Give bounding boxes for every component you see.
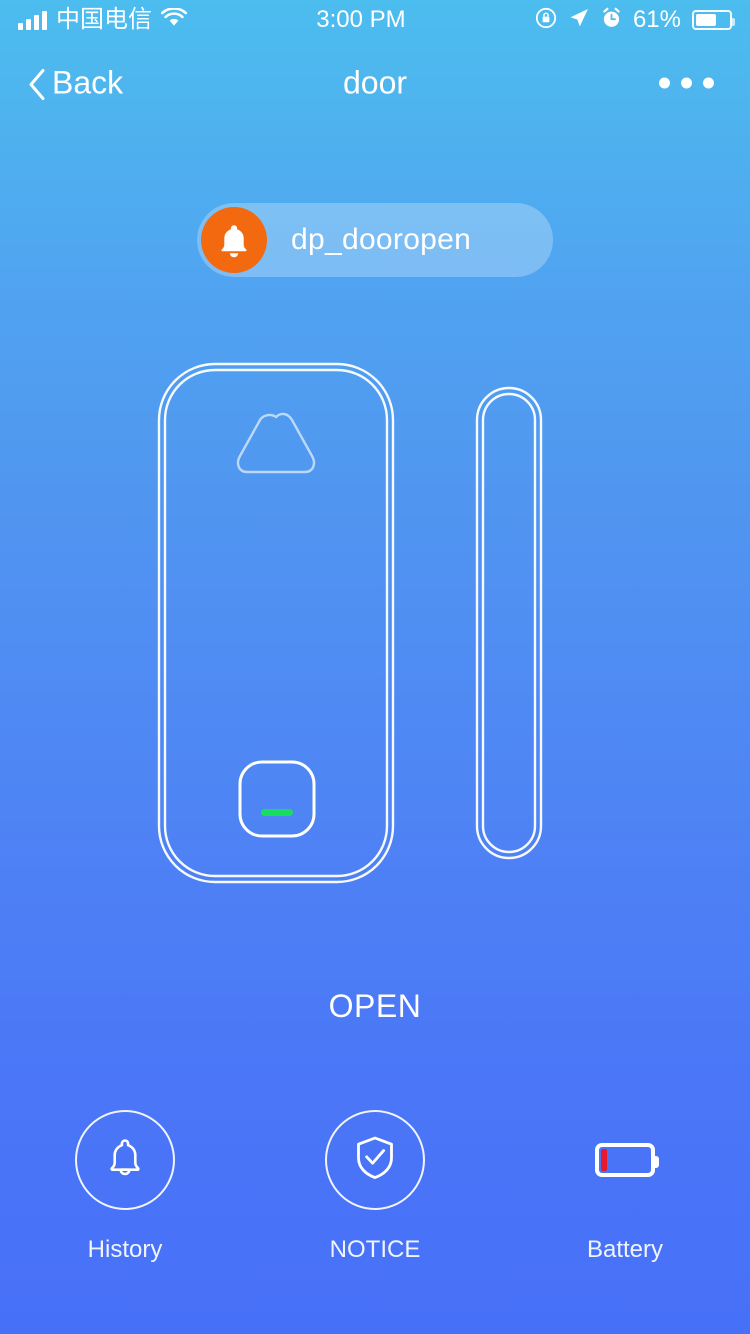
sensor-body-outline [157,362,395,884]
clock-time: 3:00 PM [316,6,406,33]
action-notice[interactable]: NOTICE [250,1110,500,1264]
magnet-strip-outline [475,386,543,860]
battery-icon [692,10,735,30]
more-dot [681,77,692,89]
door-contact-sensor-illustration [157,362,543,884]
history-button[interactable] [75,1110,175,1210]
back-button[interactable]: Back [28,65,123,102]
device-illustration [0,340,750,910]
action-battery[interactable]: Battery [500,1110,750,1264]
green-led-indicator [261,809,293,816]
device-state-label: OPEN [328,988,422,1024]
bell-icon [201,207,267,273]
more-dot [703,77,714,89]
battery-percent-label: 61% [632,6,681,33]
battery-label: Battery [586,1236,664,1263]
notice-label: NOTICE [329,1236,421,1263]
alert-label: dp_dooropen [291,223,472,256]
battery-button[interactable] [575,1110,675,1210]
action-history[interactable]: History [0,1110,250,1264]
page-title: door [342,64,408,101]
alert-pill[interactable]: dp_dooropen [197,203,553,277]
sensor-button-outline [238,760,316,838]
shield-check-icon [351,1133,399,1188]
rounded-triangle-icon [236,412,316,474]
notice-button[interactable] [325,1110,425,1210]
status-bar: 中国电信 3:00 PM 61% [0,0,750,40]
location-arrow-icon [568,7,590,34]
status-bar-center: 3:00 PM [187,7,535,33]
status-bar-left: 中国电信 [18,6,188,33]
carrier-label: 中国电信 [56,6,152,33]
action-bar: History NOTICE Battery [0,1110,750,1264]
bell-outline-icon [103,1134,147,1187]
back-button-label: Back [52,64,124,101]
more-dot [659,77,670,89]
history-label: History [87,1236,163,1263]
chevron-left-icon [28,68,46,100]
alarm-clock-icon [601,7,622,34]
nav-bar: Back door [0,52,750,114]
signal-bars-icon [18,10,47,30]
rotation-lock-icon [535,7,557,34]
wifi-icon [160,6,188,33]
status-bar-right: 61% [535,6,735,34]
more-options-button[interactable] [659,77,714,89]
battery-low-icon [595,1143,659,1177]
